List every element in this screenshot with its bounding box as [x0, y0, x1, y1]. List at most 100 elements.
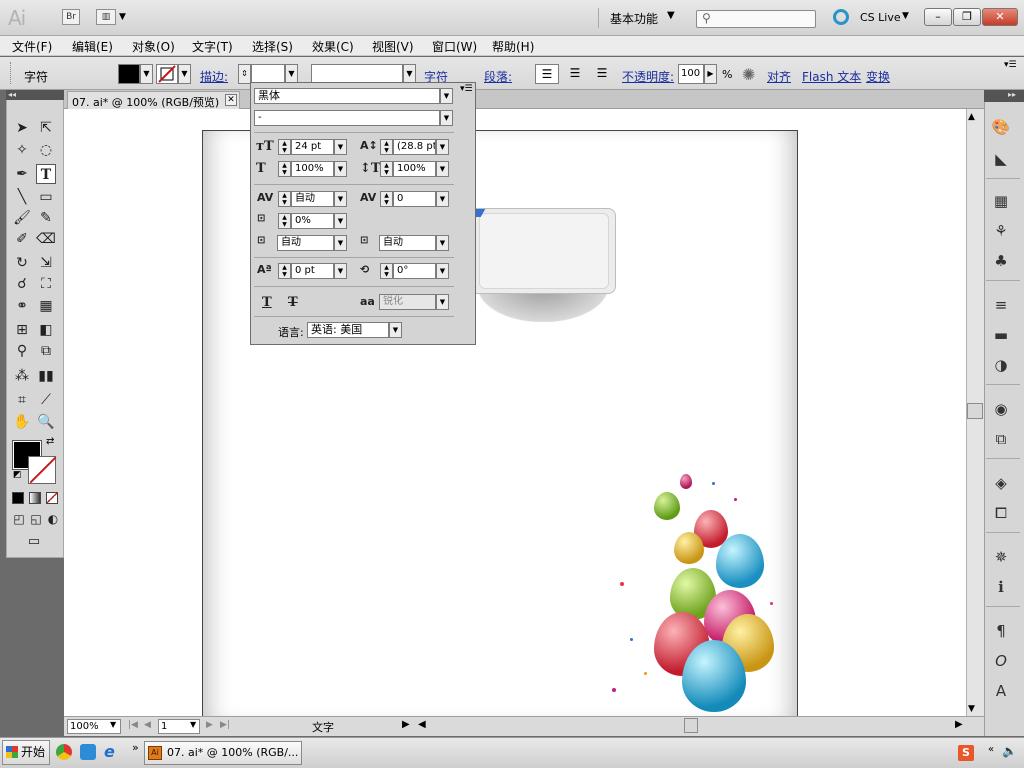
transform-link[interactable]: 变换: [866, 68, 890, 85]
font-family-dropdown-icon[interactable]: ▼: [403, 64, 416, 84]
eraser-tool-icon[interactable]: ⌫: [36, 229, 56, 249]
menu-type[interactable]: 文字(T): [192, 38, 233, 55]
scroll-right-icon[interactable]: ▶: [955, 719, 963, 730]
scroll-up-icon[interactable]: ▲: [968, 112, 975, 122]
rotation-stepper[interactable]: ▲ ▼: [380, 263, 393, 279]
pen-tool-icon[interactable]: ✒: [12, 164, 32, 184]
chevron-down-icon[interactable]: ▼: [667, 10, 675, 21]
menu-file[interactable]: 文件(F): [12, 38, 52, 55]
leading-stepper[interactable]: ▲ ▼: [380, 139, 393, 155]
column-graph-tool-icon[interactable]: ▮▮: [36, 366, 56, 386]
info-icon[interactable]: ℹ: [990, 576, 1012, 598]
align-left-icon[interactable]: ☰: [535, 64, 559, 84]
transparency-icon[interactable]: ◑: [990, 354, 1012, 376]
opacity-link[interactable]: 不透明度:: [622, 68, 674, 85]
horizontal-scale-stepper[interactable]: ▲ ▼: [380, 161, 393, 177]
expand-panels-icon[interactable]: ▸▸: [1008, 90, 1016, 99]
shape-builder-tool-icon[interactable]: ⚭: [12, 296, 32, 316]
horizontal-scroll-thumb[interactable]: [684, 718, 698, 733]
stroke-weight-stepper[interactable]: ⇕: [238, 64, 251, 84]
symbols-icon[interactable]: ♣: [990, 250, 1012, 272]
graphic-styles-icon[interactable]: ⧉: [990, 428, 1012, 450]
menu-object[interactable]: 对象(O): [132, 38, 175, 55]
warp-tool-icon[interactable]: ☌: [12, 274, 32, 294]
stroke-color-swatch[interactable]: [156, 64, 178, 84]
menu-window[interactable]: 窗口(W): [432, 38, 477, 55]
font-family-field[interactable]: [311, 64, 403, 84]
minimize-button[interactable]: –: [924, 8, 952, 26]
eyedropper-tool-icon[interactable]: ⚲: [12, 341, 32, 361]
symbol-sprayer-tool-icon[interactable]: ⁂: [12, 366, 32, 386]
arrange-documents-icon[interactable]: ▥: [96, 9, 116, 25]
draw-inside-icon[interactable]: ◐: [43, 509, 63, 529]
baseline-shift-dropdown-icon[interactable]: ▼: [334, 263, 347, 279]
artboard-tool-icon[interactable]: ⌗: [12, 390, 32, 410]
browser-icon[interactable]: [80, 744, 96, 760]
selection-tool-icon[interactable]: ➤: [12, 118, 32, 138]
baseline-shift-stepper[interactable]: ▲ ▼: [278, 263, 291, 279]
brushes-icon[interactable]: ⚘: [990, 220, 1012, 242]
menu-select[interactable]: 选择(S): [252, 38, 293, 55]
blob-brush-tool-icon[interactable]: ✐: [12, 229, 32, 249]
fill-color-swatch[interactable]: [118, 64, 140, 84]
line-segment-tool-icon[interactable]: ╲: [12, 187, 32, 207]
type-tool-icon[interactable]: T: [36, 164, 56, 184]
gradient-mode-icon[interactable]: [29, 492, 41, 504]
chevron-down-icon[interactable]: ▼: [902, 11, 909, 21]
slice-tool-icon[interactable]: ⟋: [36, 390, 56, 410]
menu-edit[interactable]: 编辑(E): [72, 38, 113, 55]
stroke-panel-icon[interactable]: ≡: [990, 294, 1012, 316]
appearance-icon[interactable]: ◉: [990, 398, 1012, 420]
volume-icon[interactable]: 🔈: [1002, 744, 1017, 758]
next-page-icon[interactable]: ▶: [206, 720, 213, 730]
font-size-dropdown-icon[interactable]: ▼: [334, 139, 347, 155]
rotation-dropdown-icon[interactable]: ▼: [436, 263, 449, 279]
page-dropdown-icon[interactable]: ▼: [190, 720, 196, 729]
insert-right-select[interactable]: 自动: [379, 235, 436, 251]
arrange-dropdown-icon[interactable]: ▼: [119, 12, 126, 22]
baseline-shift-input[interactable]: 0 pt: [291, 263, 334, 279]
grip-handle[interactable]: [10, 62, 12, 84]
tracking-input[interactable]: 0: [393, 191, 436, 207]
quicklaunch-more-icon[interactable]: »: [132, 741, 139, 754]
font-family-select[interactable]: 黑体: [254, 88, 440, 104]
rotation-input[interactable]: 0°: [393, 263, 436, 279]
opacity-input[interactable]: 100: [678, 64, 704, 84]
status-menu-icon[interactable]: ▶: [402, 719, 410, 730]
tracking-stepper[interactable]: ▲ ▼: [380, 191, 393, 207]
color-mode-icon[interactable]: [12, 492, 24, 504]
lasso-tool-icon[interactable]: ◌: [36, 140, 56, 160]
close-tab-icon[interactable]: ✕: [225, 94, 237, 106]
underline-icon[interactable]: T: [262, 295, 272, 310]
align-link[interactable]: 对齐: [767, 68, 791, 85]
menu-view[interactable]: 视图(V): [372, 38, 414, 55]
menu-effect[interactable]: 效果(C): [312, 38, 354, 55]
pencil-tool-icon[interactable]: ✎: [36, 208, 56, 228]
horizontal-scale-input[interactable]: 100%: [393, 161, 436, 177]
mesh-tool-icon[interactable]: ⊞: [12, 320, 32, 340]
font-style-dropdown-icon[interactable]: ▼: [440, 110, 453, 126]
stroke-weight-input[interactable]: [251, 64, 285, 84]
direct-selection-tool-icon[interactable]: ⇱: [36, 118, 56, 138]
font-size-stepper[interactable]: ▲ ▼: [278, 139, 291, 155]
ribbon-banner[interactable]: [470, 208, 616, 294]
stroke-color-box[interactable]: [28, 456, 56, 484]
font-style-select[interactable]: -: [254, 110, 440, 126]
close-button[interactable]: ✕: [982, 8, 1018, 26]
swatches-icon[interactable]: ▦: [990, 190, 1012, 212]
vertical-scale-dropdown-icon[interactable]: ▼: [334, 161, 347, 177]
language-select[interactable]: 英语: 美国: [307, 322, 389, 338]
collapse-icon[interactable]: ◂◂: [8, 90, 16, 99]
opentype-panel-icon[interactable]: O: [990, 650, 1012, 672]
zoom-tool-icon[interactable]: 🔍: [36, 412, 56, 432]
vertical-scale-stepper[interactable]: ▲ ▼: [278, 161, 291, 177]
cs-live-menu[interactable]: CS Live: [860, 11, 901, 24]
panel-menu-icon[interactable]: ▾☰: [460, 84, 473, 94]
artboards-icon[interactable]: ⧠: [990, 502, 1012, 524]
document-tab[interactable]: 07. ai* @ 100% (RGB/预览): [67, 91, 240, 109]
search-input[interactable]: [696, 10, 816, 28]
kerning-dropdown-icon[interactable]: ▼: [334, 191, 347, 207]
swap-colors-icon[interactable]: ⇄: [46, 436, 54, 447]
align-right-icon[interactable]: ☰: [590, 64, 614, 84]
gradient-panel-icon[interactable]: ▬: [990, 324, 1012, 346]
